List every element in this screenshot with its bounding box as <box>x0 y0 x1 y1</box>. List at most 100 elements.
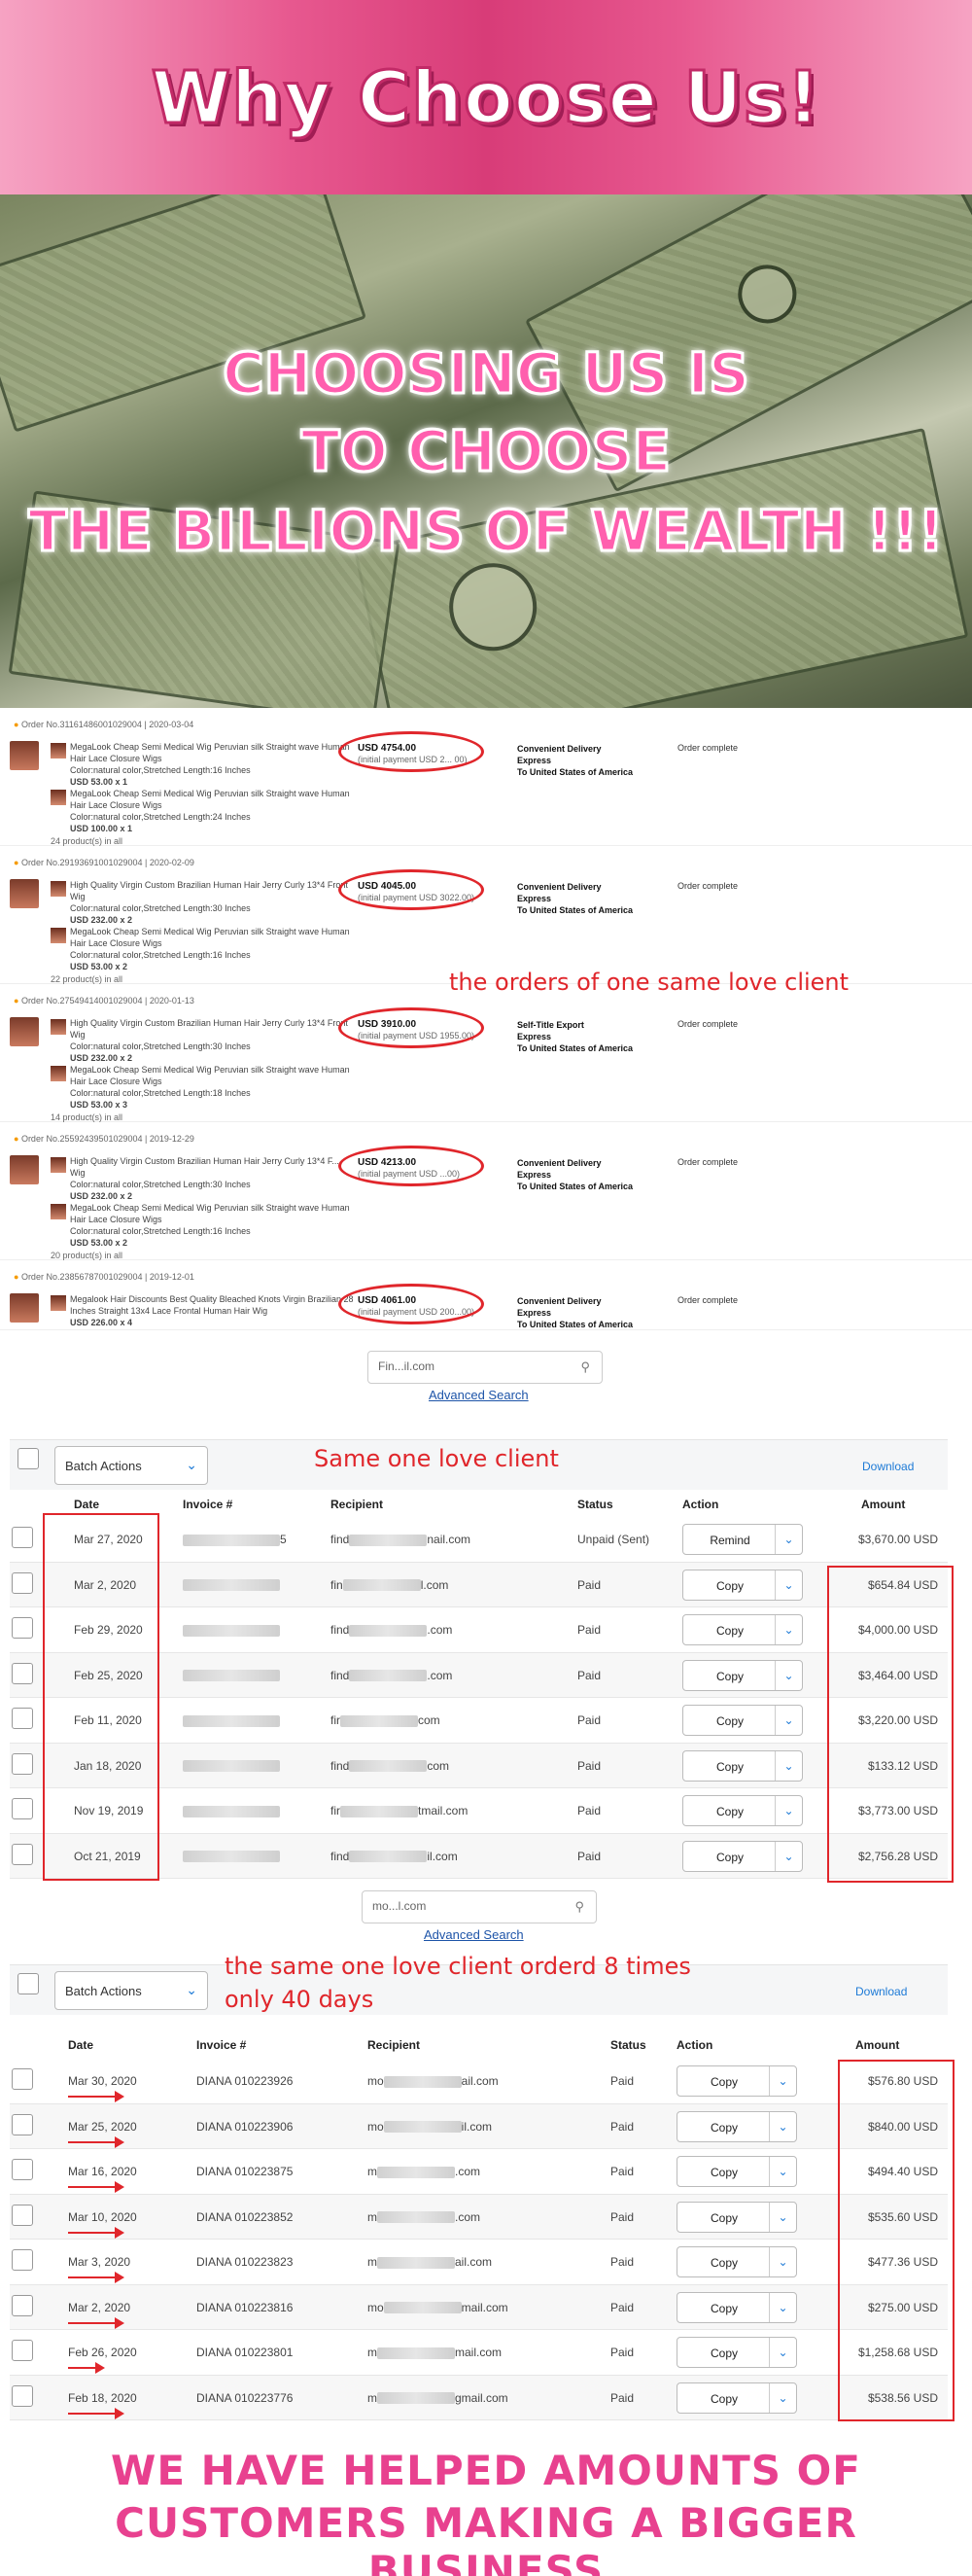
chevron-down-icon[interactable]: ⌄ <box>775 1841 802 1871</box>
select-all-checkbox[interactable] <box>17 1448 39 1469</box>
product-thumbnail-small[interactable] <box>51 1019 66 1035</box>
row-checkbox[interactable] <box>12 1843 33 1865</box>
invoice-number[interactable] <box>183 1578 280 1592</box>
product-thumbnail-small[interactable] <box>51 1157 66 1173</box>
column-header[interactable]: Date <box>74 1498 99 1511</box>
item-text[interactable]: Color:natural color,Stretched Length:30 … <box>70 1179 362 1190</box>
product-thumbnail[interactable] <box>10 1293 39 1323</box>
table-row[interactable]: Feb 18, 2020 DIANA 010223776 m gmail.com Pai… <box>10 2375 948 2420</box>
row-checkbox[interactable] <box>12 1527 33 1548</box>
chevron-down-icon[interactable]: ⌄ <box>769 2157 796 2186</box>
invoice-number[interactable] <box>183 1669 280 1682</box>
column-header[interactable]: Recipient <box>367 2038 420 2052</box>
table-row[interactable]: Mar 25, 2020 DIANA 010223906 mo il.com Paid C… <box>10 2103 948 2149</box>
row-checkbox[interactable] <box>12 2294 33 2316</box>
row-checkbox[interactable] <box>12 1571 33 1594</box>
invoice-number[interactable] <box>183 1713 280 1727</box>
table-row[interactable]: Mar 2, 2020 DIANA 010223816 mo mail.com Paid… <box>10 2284 948 2330</box>
chevron-down-icon[interactable]: ⌄ <box>775 1796 802 1825</box>
copy-button[interactable]: Copy ⌄ <box>677 2246 797 2277</box>
chevron-down-icon[interactable]: ⌄ <box>769 2066 796 2096</box>
row-checkbox[interactable] <box>12 2204 33 2226</box>
item-text[interactable]: Wig <box>70 1029 362 1041</box>
item-text[interactable]: Color:natural color,Stretched Length:16 … <box>70 764 362 776</box>
select-all-checkbox[interactable] <box>17 1973 39 1994</box>
product-thumbnail-small[interactable] <box>51 790 66 805</box>
copy-button[interactable]: Copy ⌄ <box>682 1749 803 1782</box>
item-text[interactable]: Hair Lace Closure Wigs <box>70 937 362 949</box>
item-text[interactable]: Color:natural color,Stretched Length:30 … <box>70 902 362 914</box>
copy-button[interactable]: Copy ⌄ <box>677 2201 797 2233</box>
chevron-down-icon[interactable]: ⌄ <box>775 1615 802 1644</box>
table-row[interactable]: Mar 30, 2020 DIANA 010223926 mo ail.com Paid… <box>10 2059 948 2104</box>
table-row[interactable]: Mar 16, 2020 DIANA 010223875 m .com Paid Copy… <box>10 2149 948 2195</box>
row-checkbox[interactable] <box>12 2249 33 2271</box>
item-text[interactable]: Color:natural color,Stretched Length:16 … <box>70 1225 362 1237</box>
search-input-2[interactable]: mo...l.com ⚲ <box>362 1890 597 1923</box>
invoice-number[interactable]: DIANA 010223875 <box>196 2165 293 2178</box>
batch-actions-dropdown[interactable]: Batch Actions ⌄ <box>54 1446 208 1485</box>
invoice-number[interactable]: 5 <box>183 1533 287 1546</box>
row-checkbox[interactable] <box>12 2159 33 2180</box>
chevron-down-icon[interactable]: ⌄ <box>769 2382 796 2413</box>
chevron-down-icon[interactable]: ⌄ <box>769 2292 796 2322</box>
row-checkbox[interactable] <box>12 2113 33 2135</box>
copy-button[interactable]: Copy ⌄ <box>677 2065 797 2097</box>
search-input[interactable]: Fin...il.com ⚲ <box>367 1351 603 1384</box>
item-text[interactable]: Megalook Hair Discounts Best Quality Ble… <box>70 1293 362 1305</box>
column-header[interactable]: Action <box>677 2038 712 2052</box>
chevron-down-icon[interactable]: ⌄ <box>775 1525 802 1554</box>
table-row[interactable]: Feb 26, 2020 DIANA 010223801 m mail.com Paid… <box>10 2330 948 2376</box>
item-text[interactable]: Inches Straight 13x4 Lace Frontal Human … <box>70 1305 362 1317</box>
item-text[interactable]: MegaLook Cheap Semi Medical Wig Peruvian… <box>70 926 362 937</box>
product-thumbnail-small[interactable] <box>51 743 66 759</box>
invoice-number[interactable] <box>183 1850 280 1863</box>
download-link[interactable]: Download <box>862 1460 914 1473</box>
item-text[interactable]: Hair Lace Closure Wigs <box>70 799 362 811</box>
chevron-down-icon[interactable]: ⌄ <box>775 1570 802 1600</box>
item-text[interactable]: Wig <box>70 1167 362 1179</box>
item-text[interactable]: Hair Lace Closure Wigs <box>70 1214 362 1225</box>
invoice-number[interactable] <box>183 1623 280 1637</box>
product-thumbnail-small[interactable] <box>51 1204 66 1219</box>
column-header[interactable]: Invoice # <box>183 1498 232 1511</box>
advanced-search-link[interactable]: Advanced Search <box>429 1388 529 1402</box>
item-text[interactable]: Wig <box>70 891 362 902</box>
copy-button[interactable]: Copy ⌄ <box>677 2291 797 2323</box>
search-icon[interactable]: ⚲ <box>574 1899 584 1915</box>
invoice-number[interactable] <box>183 1759 280 1773</box>
item-text[interactable]: MegaLook Cheap Semi Medical Wig Peruvian… <box>70 1202 362 1214</box>
batch-actions-dropdown[interactable]: Batch Actions ⌄ <box>54 1971 208 2010</box>
chevron-down-icon[interactable]: ⌄ <box>775 1750 802 1781</box>
product-thumbnail-small[interactable] <box>51 1295 66 1311</box>
product-thumbnail-small[interactable] <box>51 1066 66 1081</box>
item-text[interactable]: Color:natural color,Stretched Length:18 … <box>70 1087 362 1099</box>
copy-button[interactable]: Copy ⌄ <box>682 1840 803 1872</box>
item-text[interactable]: Hair Lace Closure Wigs <box>70 1076 362 1087</box>
item-text[interactable]: MegaLook Cheap Semi Medical Wig Peruvian… <box>70 1064 362 1076</box>
item-text[interactable]: Hair Lace Closure Wigs <box>70 753 362 764</box>
invoice-number[interactable]: DIANA 010223926 <box>196 2074 293 2088</box>
row-checkbox[interactable] <box>12 1708 33 1729</box>
column-header[interactable]: Amount <box>855 2038 899 2052</box>
product-thumbnail[interactable] <box>10 1017 39 1046</box>
product-thumbnail-small[interactable] <box>51 881 66 897</box>
invoice-number[interactable]: DIANA 010223906 <box>196 2120 293 2134</box>
advanced-search-link-2[interactable]: Advanced Search <box>424 1927 524 1942</box>
row-checkbox[interactable] <box>12 1798 33 1819</box>
copy-button[interactable]: Copy ⌄ <box>682 1569 803 1601</box>
table-row[interactable]: Mar 3, 2020 DIANA 010223823 m ail.com Paid Co… <box>10 2240 948 2285</box>
item-text[interactable]: Color:natural color,Stretched Length:16 … <box>70 949 362 961</box>
chevron-down-icon[interactable]: ⌄ <box>769 2111 796 2141</box>
row-checkbox[interactable] <box>12 1662 33 1684</box>
item-text[interactable]: MegaLook Cheap Semi Medical Wig Peruvian… <box>70 741 362 753</box>
remind-button[interactable]: Remind ⌄ <box>682 1524 803 1555</box>
item-text[interactable]: High Quality Virgin Custom Brazilian Hum… <box>70 879 362 891</box>
column-header[interactable]: Status <box>610 2038 646 2052</box>
column-header[interactable]: Status <box>577 1498 613 1511</box>
column-header[interactable]: Recipient <box>330 1498 383 1511</box>
column-header[interactable]: Date <box>68 2038 93 2052</box>
column-header[interactable]: Action <box>682 1498 718 1511</box>
search-icon[interactable]: ⚲ <box>580 1359 590 1375</box>
item-text[interactable]: High Quality Virgin Custom Brazilian Hum… <box>70 1017 362 1029</box>
